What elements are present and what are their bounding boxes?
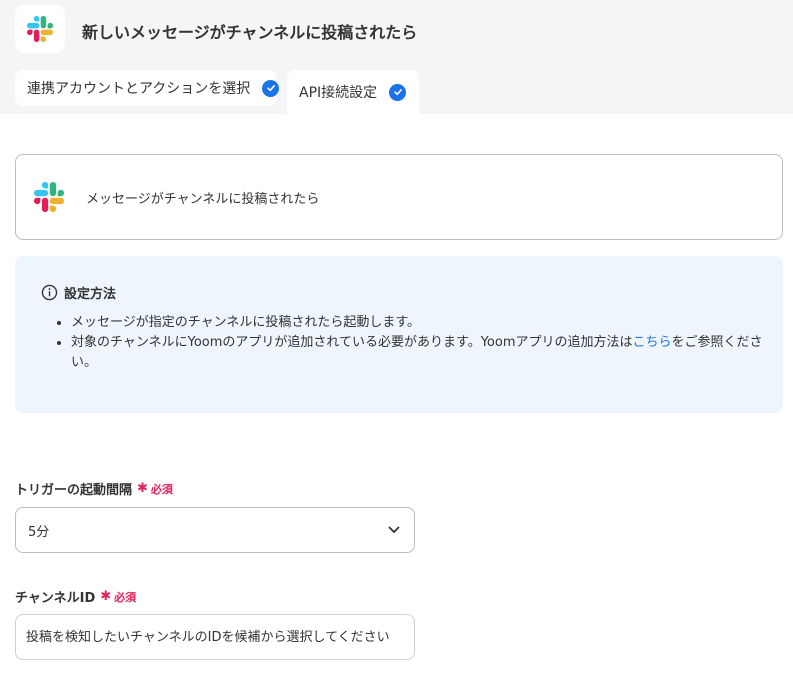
info-circle-icon xyxy=(41,284,58,301)
required-badge: 必須 xyxy=(150,482,173,496)
check-circle-icon xyxy=(389,83,407,101)
tab-label: API接続設定 xyxy=(299,85,378,101)
info-list: メッセージが指定のチャンネルに投稿されたら起動します。 対象のチャンネルにYoo… xyxy=(55,313,767,373)
help-link[interactable]: こちら xyxy=(633,335,672,350)
required-badge: 必須 xyxy=(114,590,137,604)
trigger-name: メッセージがチャンネルに投稿されたら xyxy=(86,191,320,207)
page-title: 新しいメッセージがチャンネルに投稿されたら xyxy=(82,23,418,42)
header: 新しいメッセージがチャンネルに投稿されたら 連携アカウントとアクションを選択 A… xyxy=(0,0,793,114)
required-star: ✱ xyxy=(100,589,112,604)
trigger-card: メッセージがチャンネルに投稿されたら xyxy=(15,154,783,240)
slack-logo-icon xyxy=(27,16,53,42)
channel-id-input[interactable] xyxy=(15,614,415,660)
tab-api-settings[interactable]: API接続設定 xyxy=(287,70,419,114)
chevron-down-icon xyxy=(388,526,400,533)
info-box: 設定方法 メッセージが指定のチャンネルに投稿されたら起動します。 対象のチャンネ… xyxy=(15,256,783,413)
info-title: 設定方法 xyxy=(41,283,116,302)
check-circle-icon xyxy=(262,79,280,97)
info-title-text: 設定方法 xyxy=(64,287,117,302)
list-item: 対象のチャンネルにYoomのアプリが追加されている必要があります。Yoomアプリ… xyxy=(71,333,767,373)
tab-label: 連携アカウントとアクションを選択 xyxy=(27,81,251,97)
channel-id-label: チャンネルID ✱ 必須 xyxy=(15,589,137,606)
tab-account-action[interactable]: 連携アカウントとアクションを選択 xyxy=(15,70,280,106)
app-logo xyxy=(15,5,65,53)
required-star: ✱ xyxy=(137,481,148,496)
interval-select[interactable]: 5分 xyxy=(15,507,415,553)
list-item: メッセージが指定のチャンネルに投稿されたら起動します。 xyxy=(71,313,767,333)
interval-value: 5分 xyxy=(28,524,50,540)
interval-label: トリガーの起動間隔 ✱ 必須 xyxy=(15,481,173,498)
slack-logo-icon xyxy=(34,182,64,212)
